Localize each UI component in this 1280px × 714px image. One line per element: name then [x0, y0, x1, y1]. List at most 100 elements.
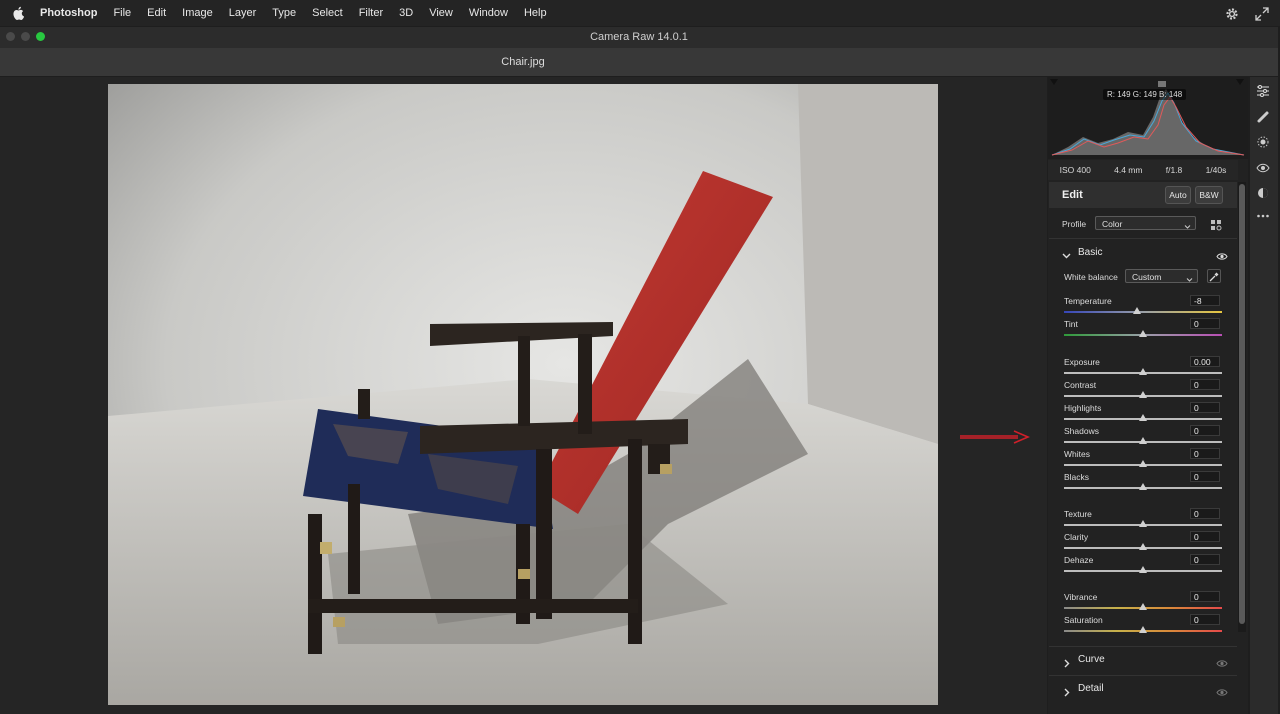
- document-title: Chair.jpg: [501, 56, 545, 68]
- detail-section-title[interactable]: Detail: [1078, 683, 1104, 694]
- shadows-label: Shadows: [1064, 426, 1099, 436]
- red-eye-icon[interactable]: [1256, 161, 1270, 180]
- vibrance-slider-thumb[interactable]: [1139, 603, 1147, 610]
- focal-length-value: 4.4 mm: [1114, 165, 1143, 175]
- bw-button[interactable]: B&W: [1195, 186, 1223, 204]
- eyedropper-icon[interactable]: [1207, 269, 1221, 283]
- window-controls: [6, 32, 45, 41]
- chevron-down-icon: [1186, 273, 1193, 287]
- aperture-value: f/1.8: [1165, 165, 1183, 175]
- menu-3d[interactable]: 3D: [399, 7, 413, 19]
- texture-slider-thumb[interactable]: [1139, 520, 1147, 527]
- menu-help[interactable]: Help: [524, 7, 547, 19]
- menu-select[interactable]: Select: [312, 7, 343, 19]
- iso-value: ISO 400: [1059, 165, 1091, 175]
- highlights-value-input[interactable]: 0: [1190, 402, 1220, 413]
- chevron-down-icon: [1184, 220, 1191, 234]
- contrast-slider-thumb[interactable]: [1139, 391, 1147, 398]
- saturation-label: Saturation: [1064, 615, 1103, 625]
- more-options-icon[interactable]: [1256, 208, 1270, 226]
- chevron-down-icon[interactable]: [1062, 247, 1071, 265]
- vibrance-value-input[interactable]: 0: [1190, 591, 1220, 602]
- curve-section-title[interactable]: Curve: [1078, 654, 1105, 665]
- eye-icon[interactable]: [1216, 684, 1228, 702]
- temperature-slider-track[interactable]: [1064, 311, 1222, 313]
- photo-preview[interactable]: [108, 84, 938, 705]
- masking-icon[interactable]: [1256, 135, 1270, 154]
- whites-slider-thumb[interactable]: [1139, 460, 1147, 467]
- temperature-value-input[interactable]: -8: [1190, 295, 1220, 306]
- menu-edit[interactable]: Edit: [147, 7, 166, 19]
- clarity-value-input[interactable]: 0: [1190, 531, 1220, 542]
- presets-icon[interactable]: [1256, 186, 1270, 205]
- exposure-label: Exposure: [1064, 357, 1100, 367]
- red-arrow-annotation: [958, 430, 1031, 449]
- dehaze-label: Dehaze: [1064, 555, 1094, 565]
- divider: [1049, 238, 1237, 239]
- saturation-slider-thumb[interactable]: [1139, 626, 1147, 633]
- highlights-label: Highlights: [1064, 403, 1102, 413]
- close-window-button[interactable]: [6, 32, 15, 41]
- chevron-right-icon[interactable]: [1063, 655, 1071, 673]
- menu-layer[interactable]: Layer: [229, 7, 257, 19]
- menu-file[interactable]: File: [113, 7, 131, 19]
- texture-label: Texture: [1064, 509, 1092, 519]
- edit-title: Edit: [1062, 189, 1083, 201]
- saturation-value-input[interactable]: 0: [1190, 614, 1220, 625]
- fullscreen-icon[interactable]: [1255, 7, 1269, 26]
- blacks-slider-thumb[interactable]: [1139, 483, 1147, 490]
- white-balance-dropdown[interactable]: Custom: [1125, 269, 1198, 283]
- healing-brush-icon[interactable]: [1256, 110, 1270, 129]
- exposure-value-input[interactable]: 0.00: [1190, 356, 1220, 367]
- profile-browser-icon[interactable]: [1210, 218, 1222, 236]
- tint-slider-thumb[interactable]: [1139, 330, 1147, 337]
- eye-icon[interactable]: [1216, 248, 1228, 266]
- contrast-value-input[interactable]: 0: [1190, 379, 1220, 390]
- eye-icon[interactable]: [1216, 655, 1228, 673]
- menu-type[interactable]: Type: [272, 7, 296, 19]
- menu-filter[interactable]: Filter: [359, 7, 383, 19]
- temperature-slider-thumb[interactable]: [1132, 307, 1141, 314]
- rgb-readout: R: 149 G: 149 B: 148: [1103, 89, 1187, 100]
- whites-label: Whites: [1064, 449, 1090, 459]
- temperature-label: Temperature: [1064, 296, 1112, 306]
- highlights-slider-thumb[interactable]: [1139, 414, 1147, 421]
- shadows-value-input[interactable]: 0: [1190, 425, 1220, 436]
- minimize-window-button[interactable]: [21, 32, 30, 41]
- camera-info: ISO 400 4.4 mm f/1.8 1/40s: [1048, 160, 1238, 180]
- edit-sliders-icon[interactable]: [1256, 84, 1270, 103]
- divider: [1049, 675, 1237, 676]
- panel-scrollbar[interactable]: [1238, 182, 1246, 632]
- chevron-right-icon[interactable]: [1063, 684, 1071, 702]
- blacks-value-input[interactable]: 0: [1190, 471, 1220, 482]
- menu-image[interactable]: Image: [182, 7, 213, 19]
- blacks-label: Blacks: [1064, 472, 1090, 482]
- texture-value-input[interactable]: 0: [1190, 508, 1220, 519]
- menu-app-name[interactable]: Photoshop: [40, 7, 97, 19]
- dehaze-slider-thumb[interactable]: [1139, 566, 1147, 573]
- zoom-window-button[interactable]: [36, 32, 45, 41]
- clarity-label: Clarity: [1064, 532, 1089, 542]
- gear-icon[interactable]: [1225, 7, 1239, 26]
- exposure-slider-thumb[interactable]: [1139, 368, 1147, 375]
- shutter-value: 1/40s: [1205, 165, 1227, 175]
- window-titlebar: Camera Raw 14.0.1: [0, 27, 1278, 48]
- shadows-slider-thumb[interactable]: [1139, 437, 1147, 444]
- profile-label: Profile: [1062, 219, 1087, 229]
- tint-value-input[interactable]: 0: [1190, 318, 1220, 329]
- window-title: Camera Raw 14.0.1: [590, 31, 688, 43]
- scrollbar-thumb[interactable]: [1239, 184, 1245, 624]
- auto-button[interactable]: Auto: [1165, 186, 1191, 204]
- document-bar: Chair.jpg: [0, 48, 1278, 76]
- tint-label: Tint: [1064, 319, 1078, 329]
- whites-value-input[interactable]: 0: [1190, 448, 1220, 459]
- apple-icon[interactable]: [12, 6, 28, 20]
- vibrance-label: Vibrance: [1064, 592, 1098, 602]
- basic-section-title[interactable]: Basic: [1078, 247, 1102, 258]
- profile-dropdown[interactable]: Color: [1095, 216, 1196, 230]
- divider: [1049, 646, 1237, 647]
- menu-view[interactable]: View: [429, 7, 453, 19]
- dehaze-value-input[interactable]: 0: [1190, 554, 1220, 565]
- menu-window[interactable]: Window: [469, 7, 508, 19]
- clarity-slider-thumb[interactable]: [1139, 543, 1147, 550]
